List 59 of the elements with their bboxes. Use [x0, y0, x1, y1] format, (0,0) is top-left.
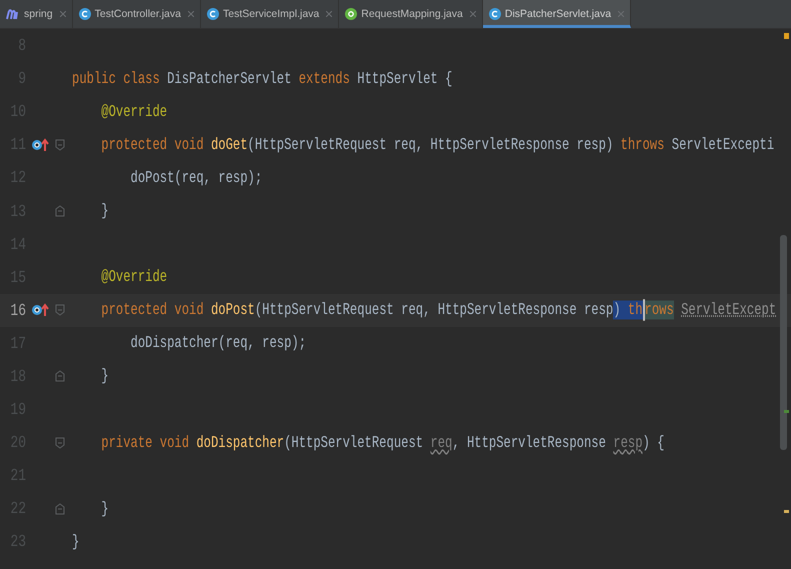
change-marker [784, 410, 789, 413]
code-token: th [628, 300, 643, 320]
override-icon[interactable] [31, 303, 49, 318]
fold-marker-icon[interactable] [55, 436, 65, 449]
code-token: req [430, 433, 452, 452]
editor-tab[interactable]: DisPatcherServlet.java [482, 0, 632, 28]
code-token: } [100, 499, 109, 518]
annotation-icon [345, 8, 358, 20]
fold-marker-icon[interactable] [55, 138, 65, 151]
code-token: DisPatcherServlet [167, 69, 292, 88]
editor-tab[interactable]: RequestMapping.java [339, 0, 483, 28]
code-token: ServletExcept [681, 300, 776, 320]
code-token: protected void [100, 135, 205, 154]
close-icon[interactable] [188, 11, 194, 17]
code-token: (HttpServletRequest [284, 433, 424, 452]
code-token: public class [72, 69, 161, 88]
code-token: doDispatcher(req, resp); [130, 334, 306, 353]
code-token: } [100, 202, 109, 220]
close-icon[interactable] [618, 11, 624, 17]
code-token: doDispatcher [196, 433, 284, 452]
close-icon[interactable] [60, 11, 66, 17]
code-token: } [100, 367, 109, 386]
warning-marker [784, 33, 789, 39]
code-token: ) [613, 300, 628, 320]
close-icon[interactable] [470, 11, 476, 17]
code-token: extends [298, 69, 351, 88]
fold-marker-icon[interactable] [55, 502, 65, 515]
code-token: (HttpServletRequest req, HttpServletResponse resp [254, 300, 614, 320]
code-token: private void [100, 433, 190, 452]
code-token: @Override [100, 268, 168, 287]
scrollbar-thumb[interactable] [780, 235, 787, 450]
code-token: doGet [210, 135, 248, 154]
close-icon[interactable] [326, 11, 332, 17]
code-token: doPost [210, 300, 255, 320]
code-token: @Override [100, 102, 168, 122]
fold-marker-icon[interactable] [55, 205, 65, 218]
code-token: } [72, 532, 80, 552]
code-token: resp [613, 433, 643, 452]
code-token: rows [644, 300, 674, 320]
fold-marker-icon[interactable] [55, 370, 65, 382]
class-icon [206, 8, 219, 20]
class-icon [78, 8, 91, 20]
editor-tab[interactable]: TestController.java [72, 0, 201, 28]
code-token: HttpServlet { [357, 69, 452, 88]
line-number: 16 [9, 300, 26, 320]
class-icon [488, 8, 501, 20]
editor-tab[interactable]: TestServiceImpl.java [200, 0, 340, 28]
code-token: doPost(req, resp); [130, 168, 262, 188]
editor-tab[interactable]: spring [0, 0, 73, 28]
code-token: protected void [100, 300, 205, 320]
module-icon [6, 8, 20, 20]
code-token: (HttpServletRequest req, HttpServletResponse resp) [248, 135, 614, 154]
fold-marker-icon[interactable] [55, 304, 65, 316]
code-token: ) { [642, 433, 664, 452]
code-token: ServletExcepti [672, 135, 774, 154]
code-token: , HttpServletResponse [452, 433, 607, 452]
override-icon[interactable] [31, 138, 49, 152]
change-marker [784, 510, 789, 513]
code-token: throws [620, 135, 666, 154]
